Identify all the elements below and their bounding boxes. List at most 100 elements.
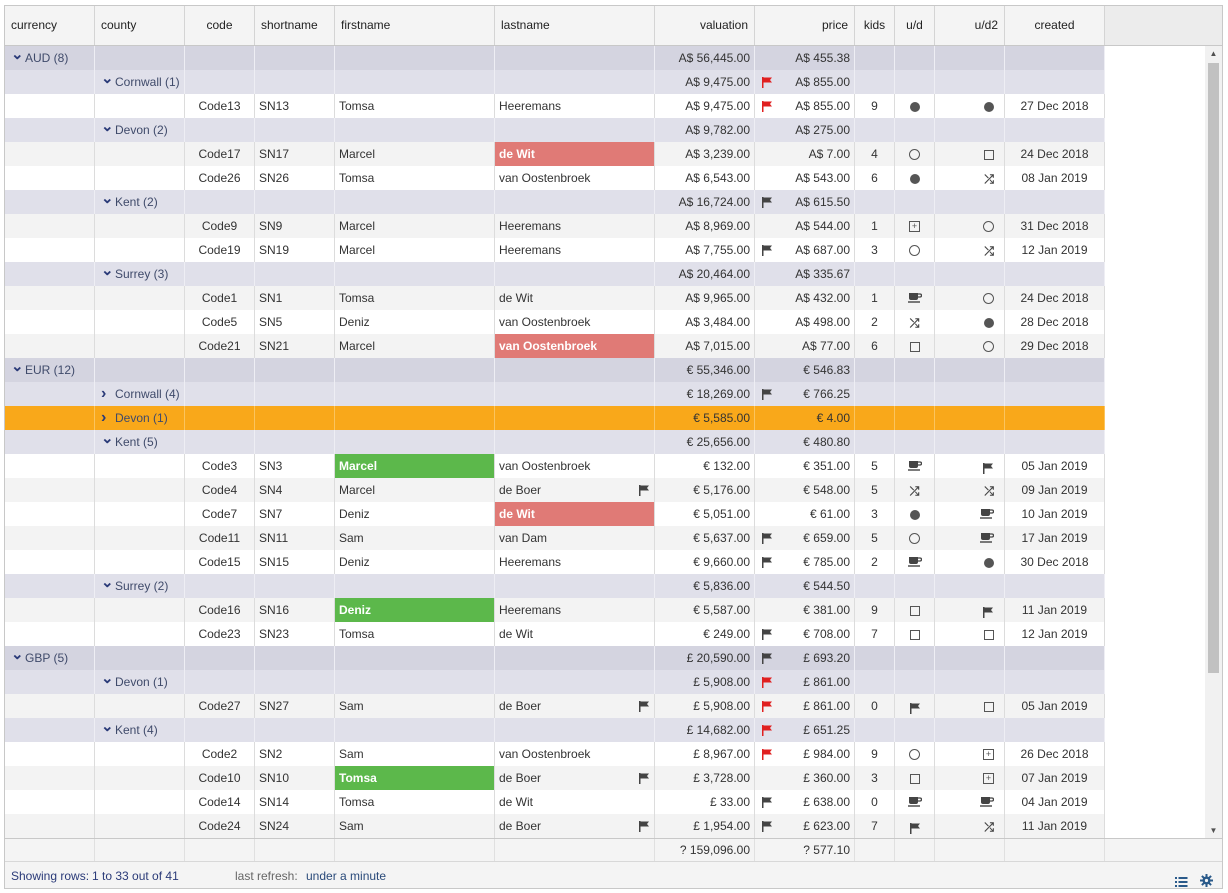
- cell-ud[interactable]: [895, 334, 935, 358]
- vertical-scrollbar[interactable]: ▲ ▼: [1205, 46, 1222, 838]
- cell-ud[interactable]: [895, 598, 935, 622]
- table-row[interactable]: Code24 SN24 Sam de Boer £ 1,954.00 £ 623.00 7 ⤮…: [5, 814, 1105, 838]
- chevron-down-icon[interactable]: ⌄: [101, 574, 114, 595]
- table-row[interactable]: Code15 SN15 Deniz Heeremans € 9,660.00 € 785.…: [5, 550, 1105, 574]
- cell-county[interactable]: ⌄Surrey (2): [95, 574, 185, 598]
- cell-ud2[interactable]: [935, 526, 1005, 550]
- county-group-row[interactable]: › Cornwall (4) € 18,269.00 € 766.25: [5, 382, 1105, 406]
- chevron-down-icon[interactable]: ⌄: [101, 670, 114, 691]
- table-row[interactable]: Code7 SN7 Deniz de Wit € 5,051.00 € 61.00 3 10 …: [5, 502, 1105, 526]
- cell-county[interactable]: ⌄Kent (2): [95, 190, 185, 214]
- cell-ud[interactable]: [895, 550, 935, 574]
- cell-ud[interactable]: [895, 454, 935, 478]
- cell-ud[interactable]: [895, 814, 935, 838]
- cell-ud[interactable]: [895, 94, 935, 118]
- chevron-down-icon[interactable]: ⌄: [101, 718, 114, 739]
- cell-ud2[interactable]: [935, 622, 1005, 646]
- currency-group-row[interactable]: ⌄AUD (8) A$ 56,445.00 A$ 455.38: [5, 46, 1105, 70]
- cell-county[interactable]: ⌄Surrey (3): [95, 262, 185, 286]
- county-group-row[interactable]: ⌄Devon (2) A$ 9,782.00 A$ 275.00: [5, 118, 1105, 142]
- column-header-price[interactable]: price: [755, 6, 855, 45]
- table-row[interactable]: Code21 SN21 Marcel van Oostenbroek A$ 7,015.…: [5, 334, 1105, 358]
- cell-ud2[interactable]: +: [935, 742, 1005, 766]
- scroll-down-arrow-icon[interactable]: ▼: [1205, 823, 1222, 838]
- table-row[interactable]: Code16 SN16 Deniz Heeremans € 5,587.00 € 381.…: [5, 598, 1105, 622]
- cell-county[interactable]: ⌄Kent (5): [95, 430, 185, 454]
- currency-group-row[interactable]: ⌄EUR (12) € 55,346.00 € 546.83: [5, 358, 1105, 382]
- column-header-created[interactable]: created: [1005, 6, 1105, 45]
- cell-ud[interactable]: [895, 166, 935, 190]
- county-group-row[interactable]: ⌄Surrey (2) € 5,836.00 € 544.50: [5, 574, 1105, 598]
- county-group-row[interactable]: ⌄Devon (1) £ 5,908.00 £ 861.00: [5, 670, 1105, 694]
- cell-ud2[interactable]: [935, 502, 1005, 526]
- table-row[interactable]: Code3 SN3 Marcel van Oostenbroek € 132.00 € 3…: [5, 454, 1105, 478]
- cell-ud2[interactable]: ⤮: [935, 238, 1005, 262]
- cell-ud2[interactable]: [935, 286, 1005, 310]
- gear-icon[interactable]: [1200, 869, 1213, 888]
- county-group-row[interactable]: ⌄Surrey (3) A$ 20,464.00 A$ 335.67: [5, 262, 1105, 286]
- county-group-row[interactable]: ⌄Kent (2) A$ 16,724.00 A$ 615.50: [5, 190, 1105, 214]
- cell-ud[interactable]: [895, 622, 935, 646]
- cell-ud[interactable]: [895, 790, 935, 814]
- county-group-row[interactable]: ⌄Cornwall (1) A$ 9,475.00 A$ 855.00: [5, 70, 1105, 94]
- table-row[interactable]: Code17 SN17 Marcel de Wit A$ 3,239.00 A$ 7.00…: [5, 142, 1105, 166]
- column-header-county[interactable]: county: [95, 6, 185, 45]
- cell-ud2[interactable]: [935, 94, 1005, 118]
- cell-county[interactable]: ⌄Devon (1): [95, 670, 185, 694]
- cell-ud2[interactable]: ⤮: [935, 166, 1005, 190]
- table-row[interactable]: Code27 SN27 Sam de Boer £ 5,908.00 £ 861.00 0 0…: [5, 694, 1105, 718]
- cell-ud[interactable]: [895, 286, 935, 310]
- county-group-row[interactable]: ⌄Kent (4) £ 14,682.00 £ 651.25: [5, 718, 1105, 742]
- cell-ud2[interactable]: [935, 598, 1005, 622]
- cell-ud[interactable]: [895, 694, 935, 718]
- cell-ud2[interactable]: [935, 790, 1005, 814]
- list-icon[interactable]: [1175, 870, 1188, 888]
- cell-county[interactable]: ⌄Devon (2): [95, 118, 185, 142]
- chevron-right-icon[interactable]: ›: [101, 382, 112, 406]
- chevron-down-icon[interactable]: ⌄: [101, 190, 114, 211]
- cell-currency[interactable]: ⌄AUD (8): [5, 46, 95, 70]
- table-row[interactable]: Code26 SN26 Tomsa van Oostenbroek A$ 6,543.0…: [5, 166, 1105, 190]
- chevron-down-icon[interactable]: ⌄: [11, 358, 24, 379]
- cell-ud[interactable]: [895, 742, 935, 766]
- table-row[interactable]: Code11 SN11 Sam van Dam € 5,637.00 € 659.00 5 1…: [5, 526, 1105, 550]
- cell-ud[interactable]: ⤮: [895, 478, 935, 502]
- column-header-code[interactable]: code: [185, 6, 255, 45]
- cell-county[interactable]: ⌄Cornwall (1): [95, 70, 185, 94]
- chevron-down-icon[interactable]: ⌄: [101, 70, 114, 91]
- chevron-down-icon[interactable]: ⌄: [101, 118, 114, 139]
- column-header-kids[interactable]: kids: [855, 6, 895, 45]
- table-row[interactable]: Code4 SN4 Marcel de Boer € 5,176.00 € 548.00 5…: [5, 478, 1105, 502]
- column-header-ud[interactable]: u/d: [895, 6, 935, 45]
- cell-ud[interactable]: [895, 142, 935, 166]
- scrollbar-thumb[interactable]: [1208, 63, 1219, 673]
- cell-ud[interactable]: +: [895, 214, 935, 238]
- column-header-firstname[interactable]: firstname: [335, 6, 495, 45]
- table-row[interactable]: Code23 SN23 Tomsa de Wit € 249.00 € 708.00 7 12…: [5, 622, 1105, 646]
- selected-group-row[interactable]: › Devon (1) € 5,585.00 € 4.00: [5, 406, 1105, 430]
- cell-ud2[interactable]: [935, 142, 1005, 166]
- cell-county[interactable]: › Cornwall (4): [95, 382, 185, 406]
- cell-ud[interactable]: [895, 502, 935, 526]
- cell-currency[interactable]: ⌄GBP (5): [5, 646, 95, 670]
- chevron-down-icon[interactable]: ⌄: [101, 262, 114, 283]
- cell-ud2[interactable]: [935, 454, 1005, 478]
- cell-ud2[interactable]: [935, 694, 1005, 718]
- table-row[interactable]: Code1 SN1 Tomsa de Wit A$ 9,965.00 A$ 432.00 1…: [5, 286, 1105, 310]
- cell-ud2[interactable]: [935, 334, 1005, 358]
- chevron-down-icon[interactable]: ⌄: [11, 46, 24, 67]
- column-header-currency[interactable]: currency: [5, 6, 95, 45]
- chevron-right-icon[interactable]: ›: [101, 406, 112, 430]
- cell-ud2[interactable]: [935, 214, 1005, 238]
- cell-currency[interactable]: ⌄EUR (12): [5, 358, 95, 382]
- table-row[interactable]: Code10 SN10 Tomsa de Boer £ 3,728.00 £ 360.00…: [5, 766, 1105, 790]
- column-header-shortname[interactable]: shortname: [255, 6, 335, 45]
- currency-group-row[interactable]: ⌄GBP (5) £ 20,590.00 £ 693.20: [5, 646, 1105, 670]
- table-row[interactable]: Code13 SN13 Tomsa Heeremans A$ 9,475.00 A$ 85…: [5, 94, 1105, 118]
- cell-ud[interactable]: [895, 238, 935, 262]
- cell-ud[interactable]: [895, 766, 935, 790]
- column-header-ud2[interactable]: u/d2: [935, 6, 1005, 45]
- cell-county[interactable]: › Devon (1): [95, 406, 185, 430]
- cell-ud2[interactable]: [935, 310, 1005, 334]
- cell-ud2[interactable]: ⤮: [935, 814, 1005, 838]
